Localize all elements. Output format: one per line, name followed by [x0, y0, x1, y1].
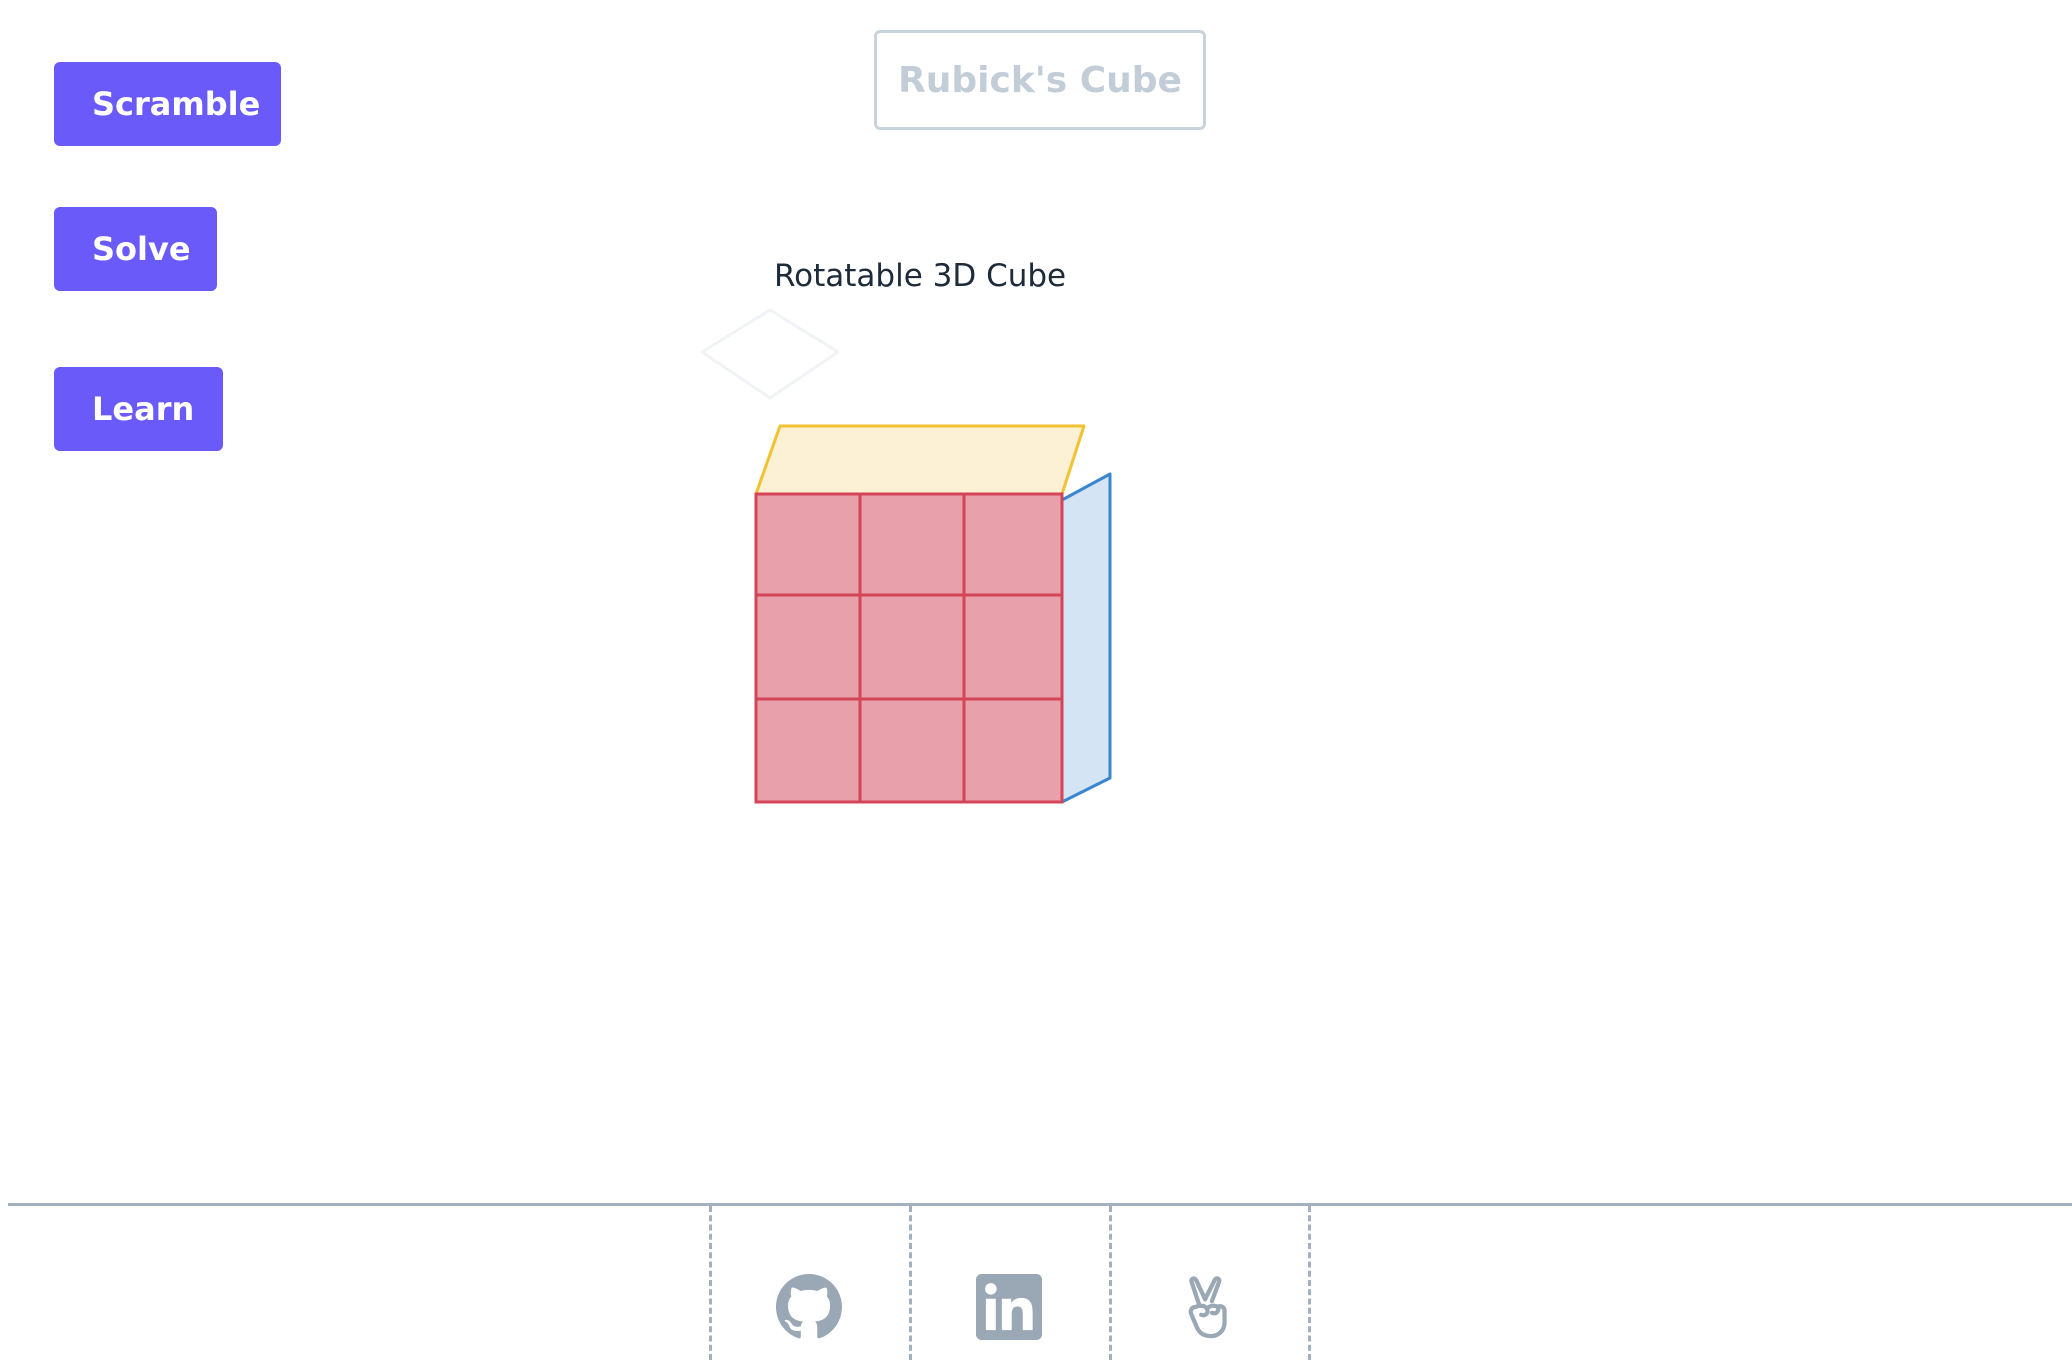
peace-hand-link[interactable]: [1174, 1272, 1244, 1342]
footer-separator: [1109, 1206, 1112, 1360]
footer-divider-line: [8, 1203, 2072, 1206]
cube-front-face[interactable]: [754, 492, 1064, 804]
cube-top-face[interactable]: [754, 424, 1086, 496]
cube-shadow: [700, 308, 840, 400]
rubiks-cube[interactable]: [0, 0, 2072, 1360]
cube-right-face[interactable]: [1060, 472, 1112, 804]
footer-separator: [909, 1206, 912, 1360]
linkedin-icon: [976, 1274, 1042, 1340]
linkedin-link[interactable]: [974, 1272, 1044, 1342]
footer-separator: [1308, 1206, 1311, 1360]
github-icon: [776, 1274, 842, 1339]
github-link[interactable]: [774, 1272, 844, 1342]
page: Scramble Solve Learn Rubick's Cube Rotat…: [0, 0, 2072, 1360]
footer-separator: [709, 1206, 712, 1360]
peace-hand-icon: [1188, 1276, 1227, 1339]
